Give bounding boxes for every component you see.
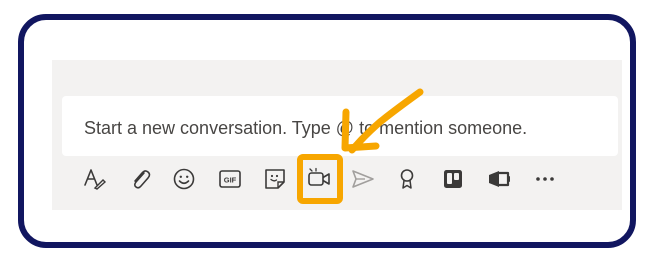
- format-icon: [81, 167, 107, 191]
- send-button[interactable]: [349, 164, 377, 194]
- praise-button[interactable]: [393, 164, 421, 194]
- video-camera-icon: [306, 167, 332, 191]
- send-icon: [350, 167, 376, 191]
- more-options-icon: [533, 167, 557, 191]
- smiley-icon: [172, 167, 196, 191]
- sticker-icon: [263, 167, 287, 191]
- trello-button[interactable]: [439, 164, 467, 194]
- svg-text:GIF: GIF: [224, 176, 237, 185]
- sticker-button[interactable]: [261, 164, 289, 194]
- format-button[interactable]: [80, 164, 108, 194]
- praise-icon: [396, 167, 418, 191]
- trello-icon: [442, 168, 464, 190]
- attach-button[interactable]: [126, 164, 154, 194]
- meet-now-button[interactable]: [305, 164, 333, 194]
- compose-toolbar: GIF: [76, 164, 576, 198]
- emoji-button[interactable]: [170, 164, 198, 194]
- compose-placeholder: Start a new conversation. Type @ to ment…: [84, 118, 528, 138]
- stream-icon: [486, 167, 512, 191]
- page: Start a new conversation. Type @ to ment…: [0, 0, 660, 258]
- more-options-button[interactable]: [531, 164, 559, 194]
- gif-icon: GIF: [218, 168, 242, 190]
- stream-button[interactable]: [485, 164, 513, 194]
- gif-button[interactable]: GIF: [216, 164, 244, 194]
- paperclip-icon: [129, 167, 151, 191]
